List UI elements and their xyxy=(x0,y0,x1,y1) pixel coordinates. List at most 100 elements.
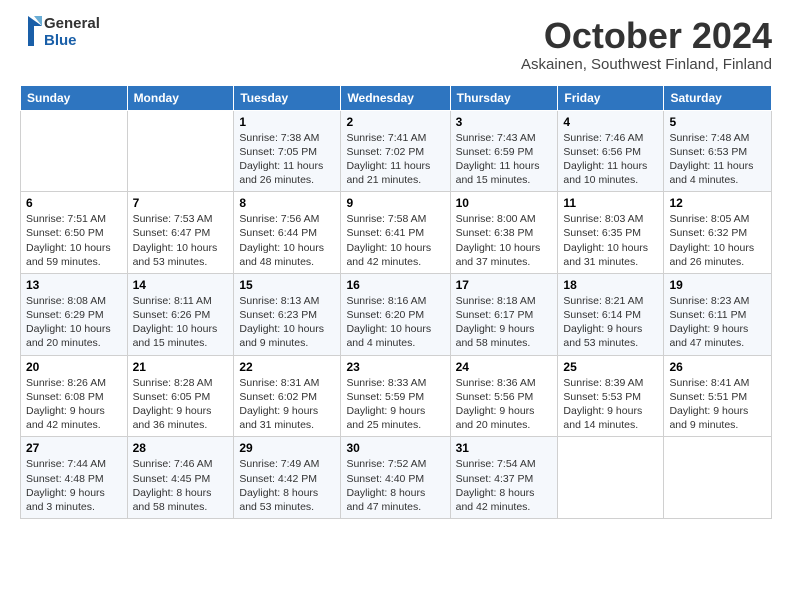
weekday-header: Friday xyxy=(558,85,664,110)
day-info: Sunrise: 7:46 AM Sunset: 4:45 PM Dayligh… xyxy=(133,457,229,514)
day-info: Sunrise: 8:05 AM Sunset: 6:32 PM Dayligh… xyxy=(669,212,766,269)
calendar-cell: 22Sunrise: 8:31 AM Sunset: 6:02 PM Dayli… xyxy=(234,355,341,437)
day-number: 3 xyxy=(456,115,553,129)
day-number: 18 xyxy=(563,278,658,292)
page-header: General Blue October 2024 Askainen, Sout… xyxy=(20,16,772,73)
day-number: 27 xyxy=(26,441,122,455)
calendar-week-row: 27Sunrise: 7:44 AM Sunset: 4:48 PM Dayli… xyxy=(21,437,772,519)
calendar-cell: 19Sunrise: 8:23 AM Sunset: 6:11 PM Dayli… xyxy=(664,273,772,355)
day-info: Sunrise: 7:58 AM Sunset: 6:41 PM Dayligh… xyxy=(346,212,444,269)
calendar-week-row: 1 Sunrise: 7:38 AM Sunset: 7:05 PM Daylig… xyxy=(21,110,772,192)
day-info: Sunrise: 8:00 AM Sunset: 6:38 PM Dayligh… xyxy=(456,212,553,269)
day-info: Sunrise: 7:49 AM Sunset: 4:42 PM Dayligh… xyxy=(239,457,335,514)
day-info: Sunrise: 8:16 AM Sunset: 6:20 PM Dayligh… xyxy=(346,294,444,351)
day-number: 24 xyxy=(456,360,553,374)
day-number: 5 xyxy=(669,115,766,129)
day-number: 6 xyxy=(26,196,122,210)
weekday-header: Monday xyxy=(127,85,234,110)
day-info: Sunrise: 7:43 AM Sunset: 6:59 PM Dayligh… xyxy=(456,131,553,188)
day-number: 25 xyxy=(563,360,658,374)
day-info: Sunrise: 7:52 AM Sunset: 4:40 PM Dayligh… xyxy=(346,457,444,514)
calendar-cell xyxy=(664,437,772,519)
day-number: 8 xyxy=(239,196,335,210)
calendar-cell: 15Sunrise: 8:13 AM Sunset: 6:23 PM Dayli… xyxy=(234,273,341,355)
day-info: Sunrise: 8:21 AM Sunset: 6:14 PM Dayligh… xyxy=(563,294,658,351)
day-number: 2 xyxy=(346,115,444,129)
calendar-week-row: 13Sunrise: 8:08 AM Sunset: 6:29 PM Dayli… xyxy=(21,273,772,355)
calendar-cell: 5 Sunrise: 7:48 AM Sunset: 6:53 PM Daylig… xyxy=(664,110,772,192)
day-info: Sunrise: 7:41 AM Sunset: 7:02 PM Dayligh… xyxy=(346,131,444,188)
calendar-cell xyxy=(127,110,234,192)
weekday-header: Wednesday xyxy=(341,85,450,110)
day-number: 26 xyxy=(669,360,766,374)
calendar-cell: 2 Sunrise: 7:41 AM Sunset: 7:02 PM Daylig… xyxy=(341,110,450,192)
day-number: 20 xyxy=(26,360,122,374)
day-number: 12 xyxy=(669,196,766,210)
day-number: 19 xyxy=(669,278,766,292)
location: Askainen, Southwest Finland, Finland xyxy=(521,56,772,73)
calendar-week-row: 6 Sunrise: 7:51 AM Sunset: 6:50 PM Daylig… xyxy=(21,192,772,274)
day-info: Sunrise: 8:31 AM Sunset: 6:02 PM Dayligh… xyxy=(239,376,335,433)
calendar-table: SundayMondayTuesdayWednesdayThursdayFrid… xyxy=(20,85,772,519)
day-info: Sunrise: 8:18 AM Sunset: 6:17 PM Dayligh… xyxy=(456,294,553,351)
day-info: Sunrise: 8:36 AM Sunset: 5:56 PM Dayligh… xyxy=(456,376,553,433)
day-number: 17 xyxy=(456,278,553,292)
weekday-header: Sunday xyxy=(21,85,128,110)
calendar-cell: 7 Sunrise: 7:53 AM Sunset: 6:47 PM Daylig… xyxy=(127,192,234,274)
calendar-cell: 12 Sunrise: 8:05 AM Sunset: 6:32 PM Dayli… xyxy=(664,192,772,274)
calendar-cell: 6 Sunrise: 7:51 AM Sunset: 6:50 PM Daylig… xyxy=(21,192,128,274)
day-number: 4 xyxy=(563,115,658,129)
calendar-cell xyxy=(558,437,664,519)
day-number: 28 xyxy=(133,441,229,455)
day-info: Sunrise: 7:38 AM Sunset: 7:05 PM Dayligh… xyxy=(239,131,335,188)
day-number: 1 xyxy=(239,115,335,129)
calendar-cell: 31Sunrise: 7:54 AM Sunset: 4:37 PM Dayli… xyxy=(450,437,558,519)
calendar-week-row: 20 Sunrise: 8:26 AM Sunset: 6:08 PM Dayli… xyxy=(21,355,772,437)
calendar-cell: 9Sunrise: 7:58 AM Sunset: 6:41 PM Daylig… xyxy=(341,192,450,274)
day-number: 10 xyxy=(456,196,553,210)
calendar-cell: 17 Sunrise: 8:18 AM Sunset: 6:17 PM Dayli… xyxy=(450,273,558,355)
calendar-cell: 24 Sunrise: 8:36 AM Sunset: 5:56 PM Dayli… xyxy=(450,355,558,437)
calendar-cell: 18 Sunrise: 8:21 AM Sunset: 6:14 PM Dayli… xyxy=(558,273,664,355)
calendar-cell: 4Sunrise: 7:46 AM Sunset: 6:56 PM Daylig… xyxy=(558,110,664,192)
day-info: Sunrise: 7:51 AM Sunset: 6:50 PM Dayligh… xyxy=(26,212,122,269)
weekday-header: Tuesday xyxy=(234,85,341,110)
day-number: 29 xyxy=(239,441,335,455)
logo-container: General Blue xyxy=(20,16,100,49)
day-number: 30 xyxy=(346,441,444,455)
day-number: 31 xyxy=(456,441,553,455)
logo-text-blue: Blue xyxy=(44,33,100,50)
day-info: Sunrise: 8:33 AM Sunset: 5:59 PM Dayligh… xyxy=(346,376,444,433)
weekday-header: Thursday xyxy=(450,85,558,110)
calendar-cell: 3 Sunrise: 7:43 AM Sunset: 6:59 PM Daylig… xyxy=(450,110,558,192)
logo: General Blue xyxy=(20,16,100,49)
calendar-cell: 8Sunrise: 7:56 AM Sunset: 6:44 PM Daylig… xyxy=(234,192,341,274)
calendar-cell: 21 Sunrise: 8:28 AM Sunset: 6:05 PM Dayli… xyxy=(127,355,234,437)
calendar-cell: 20 Sunrise: 8:26 AM Sunset: 6:08 PM Dayli… xyxy=(21,355,128,437)
calendar-cell: 30 Sunrise: 7:52 AM Sunset: 4:40 PM Dayli… xyxy=(341,437,450,519)
calendar-cell: 28 Sunrise: 7:46 AM Sunset: 4:45 PM Dayli… xyxy=(127,437,234,519)
calendar-cell: 29 Sunrise: 7:49 AM Sunset: 4:42 PM Dayli… xyxy=(234,437,341,519)
day-info: Sunrise: 7:48 AM Sunset: 6:53 PM Dayligh… xyxy=(669,131,766,188)
calendar-body: 1 Sunrise: 7:38 AM Sunset: 7:05 PM Daylig… xyxy=(21,110,772,518)
day-number: 21 xyxy=(133,360,229,374)
calendar-cell: 23 Sunrise: 8:33 AM Sunset: 5:59 PM Dayli… xyxy=(341,355,450,437)
day-info: Sunrise: 7:53 AM Sunset: 6:47 PM Dayligh… xyxy=(133,212,229,269)
logo-text-general: General xyxy=(44,16,100,33)
calendar-header-row: SundayMondayTuesdayWednesdayThursdayFrid… xyxy=(21,85,772,110)
weekday-header: Saturday xyxy=(664,85,772,110)
day-info: Sunrise: 8:41 AM Sunset: 5:51 PM Dayligh… xyxy=(669,376,766,433)
logo-graphic xyxy=(20,16,42,46)
day-number: 23 xyxy=(346,360,444,374)
day-number: 7 xyxy=(133,196,229,210)
calendar-cell: 16 Sunrise: 8:16 AM Sunset: 6:20 PM Dayli… xyxy=(341,273,450,355)
day-number: 13 xyxy=(26,278,122,292)
day-info: Sunrise: 8:28 AM Sunset: 6:05 PM Dayligh… xyxy=(133,376,229,433)
calendar-cell: 10 Sunrise: 8:00 AM Sunset: 6:38 PM Dayli… xyxy=(450,192,558,274)
day-info: Sunrise: 8:26 AM Sunset: 6:08 PM Dayligh… xyxy=(26,376,122,433)
calendar-cell: 14Sunrise: 8:11 AM Sunset: 6:26 PM Dayli… xyxy=(127,273,234,355)
calendar-cell: 26 Sunrise: 8:41 AM Sunset: 5:51 PM Dayli… xyxy=(664,355,772,437)
day-number: 15 xyxy=(239,278,335,292)
calendar-cell: 25Sunrise: 8:39 AM Sunset: 5:53 PM Dayli… xyxy=(558,355,664,437)
day-number: 16 xyxy=(346,278,444,292)
